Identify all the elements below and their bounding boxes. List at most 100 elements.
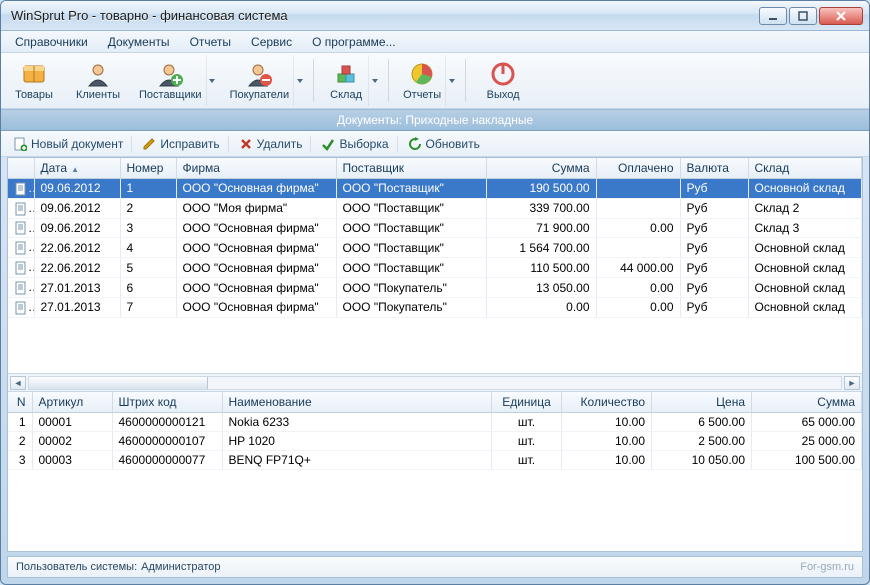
cell: Склад 2 <box>748 198 862 218</box>
chevron-down-icon[interactable] <box>445 55 457 106</box>
chevron-down-icon[interactable] <box>206 55 218 106</box>
watermark: For-gsm.ru <box>800 561 854 573</box>
cell: Склад 3 <box>748 218 862 238</box>
cell: 10.00 <box>562 451 652 470</box>
cell: 25 000.00 <box>752 432 862 451</box>
chevron-down-icon[interactable] <box>293 55 305 106</box>
statusbar: Пользователь системы: Администратор For-… <box>7 556 863 578</box>
table-row[interactable]: 09.06.20122ООО "Моя фирма"ООО "Поставщик… <box>8 198 862 218</box>
cell: 09.06.2012 <box>34 179 120 199</box>
column-header[interactable]: Фирма <box>176 158 336 179</box>
cell: 3 <box>120 218 176 238</box>
action-button[interactable]: Обновить <box>400 135 488 153</box>
blocks-icon <box>332 60 360 88</box>
column-header[interactable]: Штрих код <box>112 392 222 413</box>
cell: 4 <box>120 238 176 258</box>
cell: Nokia 6233 <box>222 413 492 432</box>
table-row[interactable]: 22.06.20125ООО "Основная фирма"ООО "Пост… <box>8 258 862 278</box>
documents-grid[interactable]: ДатаНомерФирмаПоставщикСуммаОплаченоВалю… <box>8 158 862 373</box>
scroll-right-button[interactable]: ► <box>844 376 860 390</box>
scroll-left-button[interactable]: ◄ <box>10 376 26 390</box>
person-plus-green-icon <box>156 60 184 88</box>
table-row[interactable]: 2000024600000000107HP 1020шт.10.002 500.… <box>8 432 862 451</box>
cell: 22.06.2012 <box>34 258 120 278</box>
toolbar-button-label: Поставщики <box>139 89 202 101</box>
column-header[interactable]: Поставщик <box>336 158 486 179</box>
action-button[interactable]: Исправить <box>134 135 228 153</box>
table-row[interactable]: 1000014600000000121Nokia 6233шт.10.006 5… <box>8 413 862 432</box>
column-header[interactable]: Номер <box>120 158 176 179</box>
app-window: WinSprut Pro - товарно - финансовая сист… <box>0 0 870 585</box>
chevron-down-icon[interactable] <box>368 55 380 106</box>
column-header[interactable]: Артикул <box>32 392 112 413</box>
column-header[interactable]: Дата <box>34 158 120 179</box>
table-row[interactable]: 3000034600000000077BENQ FP71Q+шт.10.0010… <box>8 451 862 470</box>
cell: Руб <box>680 238 748 258</box>
cell: 4600000000077 <box>112 451 222 470</box>
table-row[interactable]: 27.01.20137ООО "Основная фирма"ООО "Поку… <box>8 297 862 317</box>
table-row[interactable]: 09.06.20123ООО "Основная фирма"ООО "Пост… <box>8 218 862 238</box>
column-header[interactable]: Наименование <box>222 392 492 413</box>
cell: 1 564 700.00 <box>486 238 596 258</box>
row-doc-icon <box>8 297 34 317</box>
items-grid[interactable]: NАртикулШтрих кодНаименованиеЕдиницаКоли… <box>8 391 862 551</box>
cell <box>596 198 680 218</box>
column-header[interactable]: Склад <box>748 158 862 179</box>
column-header[interactable]: Единица <box>492 392 562 413</box>
column-header[interactable]: Сумма <box>486 158 596 179</box>
cell: 2 <box>120 198 176 218</box>
cell: 22.06.2012 <box>34 238 120 258</box>
cell: 100 500.00 <box>752 451 862 470</box>
toolbar-button[interactable]: Выход <box>474 55 532 106</box>
column-header[interactable]: Валюта <box>680 158 748 179</box>
menu-item[interactable]: О программе... <box>304 33 403 51</box>
cell: 6 <box>120 278 176 298</box>
cell <box>596 238 680 258</box>
cell: 27.01.2013 <box>34 297 120 317</box>
cell: ООО "Моя фирма" <box>176 198 336 218</box>
cell: ООО "Поставщик" <box>336 218 486 238</box>
column-header[interactable]: Оплачено <box>596 158 680 179</box>
minimize-button[interactable] <box>759 7 787 25</box>
toolbar-button-label: Отчеты <box>403 89 441 101</box>
column-header-icon[interactable] <box>8 158 34 179</box>
close-button[interactable] <box>819 7 863 25</box>
toolbar-button-label: Склад <box>330 89 362 101</box>
table-row[interactable]: 22.06.20124ООО "Основная фирма"ООО "Пост… <box>8 238 862 258</box>
action-button[interactable]: Выборка <box>313 135 397 153</box>
row-doc-icon <box>8 218 34 238</box>
cell: 65 000.00 <box>752 413 862 432</box>
cell: ООО "Покупатель" <box>336 297 486 317</box>
action-button[interactable]: Новый документ <box>5 135 132 153</box>
toolbar-button[interactable]: Товары <box>5 55 63 106</box>
check-icon <box>321 137 335 151</box>
toolbar-button[interactable]: Покупатели <box>224 55 306 106</box>
table-row[interactable]: 09.06.20121ООО "Основная фирма"ООО "Пост… <box>8 179 862 199</box>
action-button[interactable]: Удалить <box>231 135 312 153</box>
cell: 2 500.00 <box>652 432 752 451</box>
column-header[interactable]: N <box>8 392 32 413</box>
cell: Основной склад <box>748 238 862 258</box>
cell: 190 500.00 <box>486 179 596 199</box>
scroll-thumb[interactable] <box>29 377 208 389</box>
menu-item[interactable]: Справочники <box>7 33 96 51</box>
table-row[interactable]: 27.01.20136ООО "Основная фирма"ООО "Поку… <box>8 278 862 298</box>
column-header[interactable]: Количество <box>562 392 652 413</box>
cell: ООО "Поставщик" <box>336 198 486 218</box>
toolbar-button[interactable]: Поставщики <box>133 55 218 106</box>
toolbar-button[interactable]: Склад <box>322 55 380 106</box>
menu-item[interactable]: Отчеты <box>182 33 239 51</box>
column-header[interactable]: Цена <box>652 392 752 413</box>
cell: Руб <box>680 278 748 298</box>
toolbar-button[interactable]: Клиенты <box>69 55 127 106</box>
menu-item[interactable]: Сервис <box>243 33 300 51</box>
cell: шт. <box>492 413 562 432</box>
column-header[interactable]: Сумма <box>752 392 862 413</box>
scroll-track[interactable] <box>28 376 842 390</box>
cell: 0.00 <box>596 218 680 238</box>
toolbar-button[interactable]: Отчеты <box>397 55 457 106</box>
menu-item[interactable]: Документы <box>100 33 178 51</box>
maximize-button[interactable] <box>789 7 817 25</box>
client-area: ДатаНомерФирмаПоставщикСуммаОплаченоВалю… <box>7 157 863 552</box>
documents-hscrollbar[interactable]: ◄ ► <box>8 373 862 391</box>
